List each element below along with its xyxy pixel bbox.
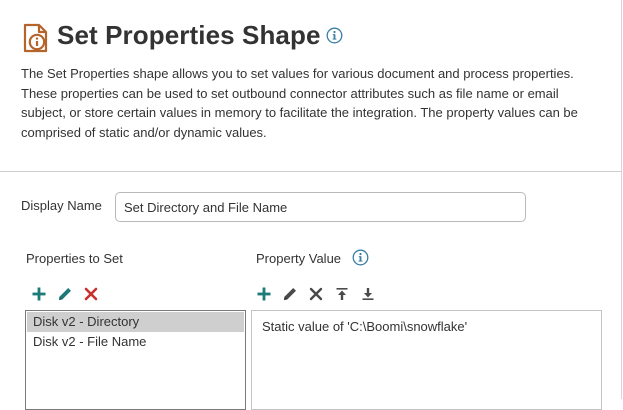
info-icon[interactable] bbox=[352, 249, 369, 266]
delete-value-button[interactable] bbox=[307, 285, 325, 303]
delete-property-button[interactable] bbox=[82, 285, 100, 303]
page-title: Set Properties Shape bbox=[57, 20, 321, 50]
move-down-button[interactable] bbox=[359, 285, 377, 303]
display-name-label: Display Name bbox=[21, 198, 102, 213]
add-value-button[interactable] bbox=[255, 285, 273, 303]
set-properties-shape-icon bbox=[23, 23, 48, 53]
property-value-list[interactable]: Static value of 'C:\Boomi\snowflake' bbox=[251, 310, 602, 410]
dialog-header: Set Properties Shape The Set Properties … bbox=[0, 0, 622, 172]
shape-description: The Set Properties shape allows you to s… bbox=[21, 66, 578, 140]
list-item[interactable]: Disk v2 - File Name bbox=[27, 332, 244, 352]
edit-value-button[interactable] bbox=[281, 285, 299, 303]
list-item[interactable]: Static value of 'C:\Boomi\snowflake' bbox=[262, 319, 591, 334]
properties-dialog: Set Properties Shape The Set Properties … bbox=[0, 0, 622, 410]
display-name-input[interactable] bbox=[115, 192, 526, 222]
add-property-button[interactable] bbox=[30, 285, 48, 303]
properties-list[interactable]: Disk v2 - Directory Disk v2 - File Name bbox=[25, 310, 246, 410]
list-item[interactable]: Disk v2 - Directory bbox=[27, 312, 244, 332]
move-up-button[interactable] bbox=[333, 285, 351, 303]
property-value-label: Property Value bbox=[256, 251, 342, 266]
info-icon[interactable] bbox=[326, 27, 343, 44]
properties-to-set-label: Properties to Set bbox=[26, 251, 123, 266]
edit-property-button[interactable] bbox=[56, 285, 74, 303]
